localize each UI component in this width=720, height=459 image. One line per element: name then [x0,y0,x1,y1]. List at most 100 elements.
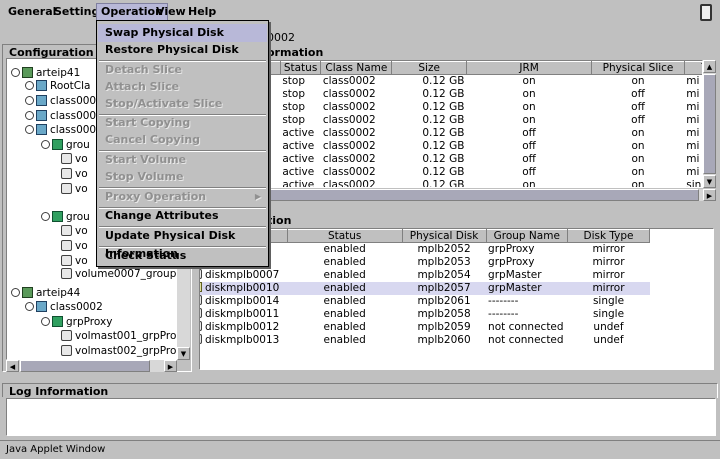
scroll-left-icon[interactable]: ◀ [6,360,19,372]
log-area[interactable] [6,398,716,436]
disk-row[interactable]: diskmplb0013 enabled mplb2060 not connected… [200,334,650,347]
volume-cell: stop [282,101,305,113]
tree-node-group[interactable]: grpProxy [41,315,112,329]
expand-toggle-icon[interactable] [25,110,34,120]
scroll-right-icon[interactable]: ▶ [164,360,177,372]
volume-row[interactable]: 1activeclass00020.12 GBononsin [200,179,702,187]
disk-cell: -------- [488,308,519,320]
volume-cell: active [282,153,315,165]
tree-node-volume[interactable]: vo [61,167,88,181]
collapse-toggle-icon[interactable] [41,316,50,326]
collapse-toggle-icon[interactable] [25,301,34,311]
disk-cell: mirror [592,269,625,281]
volume-horizontal-scrollbar[interactable]: ◀ ▶ [199,189,716,201]
volume-row[interactable]: _grpProxystopclass00020.12 GBononmi [200,75,702,89]
expand-toggle-icon[interactable] [25,80,34,90]
disk-row[interactable]: diskmplb0014 enabled mplb2061 -------- singl… [200,295,650,308]
col-header-size[interactable]: Size [391,61,467,75]
tree-node-class[interactable]: class000 [25,123,96,137]
tree-node-group[interactable]: grou [41,138,90,152]
volume-cell: mi [686,127,700,139]
tree-node-volume[interactable]: volmast001_grpPro [61,329,176,343]
menu-item-update-physical-disk-information[interactable]: Update Physical Disk Information [98,227,267,260]
volume-row[interactable]: _grpProxystopclass00020.12 GBonoffmi [200,101,702,114]
col-header-class[interactable]: Class Name [320,61,393,75]
menu-item-check-status[interactable]: Check Status [98,247,267,265]
menu-item-cancel-copying[interactable]: Cancel Copying [98,131,267,149]
tree-node-group[interactable]: grou [41,210,90,224]
disk-cell: grpProxy [488,256,535,268]
menu-item-attach-slice[interactable]: Attach Slice [98,78,267,96]
col-header-jrm[interactable]: JRM [466,61,593,75]
disk-name: diskmplb0012 [205,321,280,333]
menu-item-stop-volume[interactable]: Stop Volume [98,168,267,186]
scroll-thumb[interactable] [213,189,699,201]
tree-node-volume[interactable]: vo [61,182,88,196]
menu-item-swap-physical-disk[interactable]: Swap Physical Disk [98,24,267,42]
volume-row[interactable]: active class0002 0.12 GB off on mi [200,153,702,166]
collapse-toggle-icon[interactable] [41,139,50,149]
expand-toggle-icon[interactable] [25,95,34,105]
col-header-type[interactable]: Ty [684,61,702,75]
menu-help[interactable]: Help [184,3,220,21]
volume-row[interactable]: _grpProxystopclass00020.12 GBonoffmi [200,114,702,127]
tree-node-volume[interactable]: vo [61,254,88,268]
disk-row[interactable]: diskmplb0011 enabled mplb2058 -------- singl… [200,308,650,321]
col-header-physical-slice[interactable]: Physical Slice [591,61,685,75]
disk-cell: mplb2057 [402,282,487,295]
col-header-status[interactable]: Status [287,229,403,243]
scroll-up-icon[interactable]: ▲ [703,60,716,73]
menu-item-start-copying[interactable]: Start Copying [98,114,267,132]
tree-node-class[interactable]: class000 [25,94,97,108]
tree-node-volume[interactable]: vo [61,224,88,238]
scroll-right-icon[interactable]: ▶ [703,189,716,201]
col-header-group-name[interactable]: Group Name [486,229,569,243]
disk-row[interactable]: diskmplb0010 enabled mplb2057 grpMaster mirr… [200,282,650,295]
disk-row[interactable]: diskmplb0012 enabled mplb2059 not connected… [200,321,650,334]
disk-cell: mplb2052 [417,243,471,255]
volume-cell: mi [686,153,700,165]
collapse-toggle-icon[interactable] [11,67,20,77]
menu-item-change-attributes[interactable]: Change Attributes [98,207,267,225]
disk-icon [200,282,202,292]
tree-node-host[interactable]: arteip44 [11,286,80,300]
menu-item-start-volume[interactable]: Start Volume [98,151,267,169]
disk-cell: not connected [488,321,564,333]
tree-node-class[interactable]: class0002 [25,300,103,314]
tree-node-host[interactable]: arteip41 [11,66,80,80]
collapse-toggle-icon[interactable] [41,211,50,221]
volume-vertical-scrollbar[interactable]: ▲ ▼ [703,60,716,188]
tree-node-volume[interactable]: volume0007_group [61,267,176,281]
tree-node-label: class000 [50,95,97,107]
volume-row[interactable]: _grpProxystopclass00020.12 GBonoffmi [200,88,702,101]
disk-table[interactable]: ame Status Physical Disk Group Name Disk… [199,228,714,370]
tree-node-volume[interactable]: vo [61,239,88,253]
scroll-thumb[interactable] [20,360,150,372]
collapse-toggle-icon[interactable] [11,287,20,297]
window-indicator-icon [700,4,712,21]
tree-node-volume[interactable]: vo [61,152,88,166]
menu-item-stop-activate-slice[interactable]: Stop/Activate Slice [98,95,267,113]
disk-cell: enabled [323,334,366,346]
menu-item-proxy-operation[interactable]: Proxy Operation ▶ [98,188,267,206]
volume-row[interactable]: active class0002 0.12 GB off on mi [200,127,702,140]
scroll-down-icon[interactable]: ▼ [177,347,190,360]
volume-table[interactable]: ame Status Class Name Size JRM Physical … [199,60,703,188]
tree-node-class[interactable]: RootCla [25,79,90,93]
tree-node-class[interactable]: class000 [25,109,96,123]
disk-name: diskmplb0011 [205,308,280,320]
tree-node-volume[interactable]: volmast002_grpPro [61,344,176,358]
menu-item-restore-physical-disk[interactable]: Restore Physical Disk [98,41,267,59]
tree-horizontal-scrollbar[interactable]: ◀ ▶ [6,360,177,372]
col-header-status[interactable]: Status [280,61,322,75]
scroll-down-icon[interactable]: ▼ [703,175,716,188]
tree-node-label: vo [75,240,88,252]
volume-row[interactable]: active class0002 0.12 GB off on mi [200,140,702,153]
scroll-thumb[interactable] [703,74,716,174]
col-header-physical-disk[interactable]: Physical Disk [402,229,487,243]
disk-row[interactable]: diskmplb0007 enabled mplb2054 grpMaster mirr… [200,269,650,282]
col-header-disk-type[interactable]: Disk Type [567,229,650,243]
collapse-toggle-icon[interactable] [25,124,34,134]
menu-item-detach-slice[interactable]: Detach Slice [98,61,267,79]
volume-row[interactable]: active class0002 0.12 GB off on mi [200,166,702,179]
